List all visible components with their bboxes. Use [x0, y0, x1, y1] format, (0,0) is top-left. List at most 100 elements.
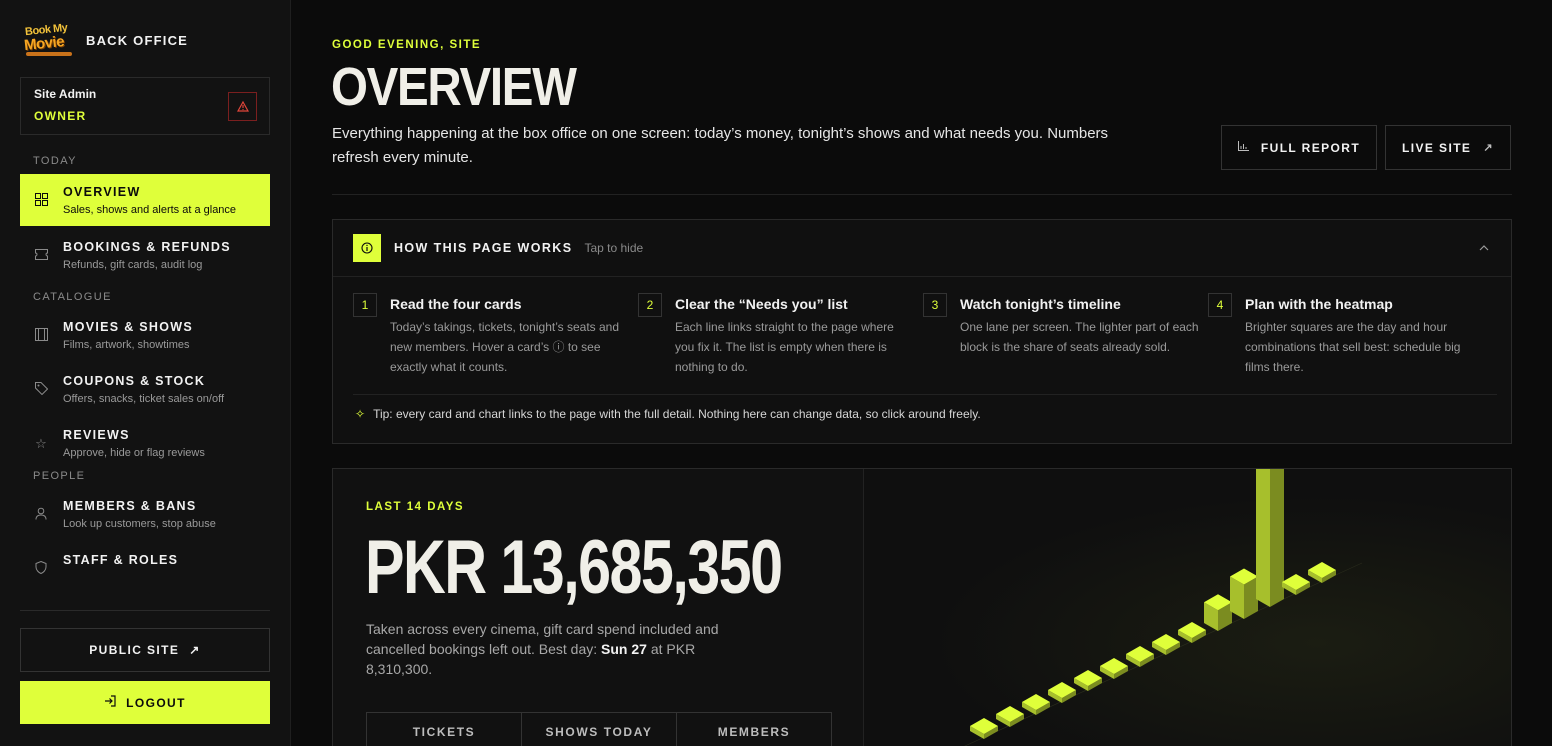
page-title: OVERVIEW: [331, 57, 577, 117]
sidebar-item-sub: Offers, snacks, ticket sales on/off: [63, 393, 224, 405]
sidebar-item-sub: Look up customers, stop abuse: [63, 518, 216, 530]
sidebar-item-sub: Refunds, gift cards, audit log: [63, 259, 203, 271]
step-desc: Brighter squares are the day and hour co…: [1245, 320, 1461, 374]
step-number: 4: [1208, 293, 1232, 317]
ticket-icon: [33, 248, 49, 264]
sidebar-item-title: BOOKINGS & REFUNDS: [63, 240, 231, 254]
chart-bar: [970, 718, 998, 739]
tip-label: Tip: every card and chart links to the p…: [373, 407, 981, 421]
logout-label: LOGOUT: [126, 695, 186, 710]
section-label-today: TODAY: [33, 155, 77, 167]
chevron-up-icon[interactable]: [1479, 240, 1489, 254]
how-panel-title: HOW THIS PAGE WORKS: [394, 241, 573, 255]
sidebar-item-overview[interactable]: OVERVIEW Sales, shows and alerts at a gl…: [20, 174, 270, 226]
logout-button[interactable]: LOGOUT: [20, 681, 270, 724]
admin-role: OWNER: [34, 109, 87, 123]
sidebar-item-bookings[interactable]: BOOKINGS & REFUNDS Refunds, gift cards, …: [20, 229, 270, 283]
live-site-label: LIVE SITE: [1402, 140, 1472, 155]
step-title: Watch tonight’s timeline: [960, 296, 1121, 312]
shield-icon: [33, 560, 49, 577]
warning-icon[interactable]: [228, 92, 257, 121]
step-desc: One lane per screen. The lighter part of…: [960, 320, 1199, 354]
sidebar-item-title: OVERVIEW: [63, 185, 141, 199]
how-panel-header[interactable]: HOW THIS PAGE WORKS Tap to hide: [333, 220, 1511, 277]
chart-bar: [996, 706, 1024, 727]
grid-icon: [33, 193, 49, 209]
chart-bar: [1100, 658, 1128, 679]
full-report-button[interactable]: FULL REPORT: [1221, 125, 1377, 170]
step-number: 3: [923, 293, 947, 317]
main-content: GOOD EVENING, SITE OVERVIEW Everything h…: [291, 0, 1552, 746]
star-icon: ☆: [35, 436, 47, 451]
chart-bar: [1022, 694, 1050, 715]
step-number: 2: [638, 293, 662, 317]
header-divider: [332, 194, 1512, 195]
chart-bar: [1126, 646, 1154, 667]
section-label-people: PEOPLE: [33, 470, 86, 482]
chart-bar: [1230, 568, 1258, 619]
sidebar-item-movies[interactable]: MOVIES & SHOWS Films, artwork, showtimes: [20, 316, 270, 370]
external-link-icon: ↗: [1483, 142, 1494, 154]
chart-bar: [1282, 574, 1310, 595]
film-icon: [33, 328, 49, 344]
sidebar-item-title: MOVIES & SHOWS: [63, 320, 194, 334]
best-day: Sun 27: [601, 641, 647, 657]
brand-logo: Book My Movie: [22, 20, 72, 60]
chart-bar: [1048, 682, 1076, 703]
step-title: Read the four cards: [390, 296, 522, 312]
section-label-catalogue: CATALOGUE: [33, 291, 112, 303]
live-site-button[interactable]: LIVE SITE ↗: [1385, 125, 1511, 170]
logout-icon: [104, 695, 116, 710]
page-intro: Everything happening at the box office o…: [332, 125, 1109, 166]
step-item: 3 Watch tonight’s timeline One lane per …: [923, 293, 1208, 377]
sidebar-item-sub: Approve, hide or flag reviews: [63, 447, 205, 459]
revenue-card[interactable]: LAST 14 DAYS PKR 13,685,350 Taken across…: [332, 468, 1512, 746]
steps-list: 1 Read the four cards Today’s takings, t…: [353, 293, 1493, 377]
sidebar-item-title: COUPONS & STOCK: [63, 374, 206, 388]
sparkle-icon: ✧: [355, 407, 366, 421]
step-number: 1: [353, 293, 377, 317]
full-report-label: FULL REPORT: [1260, 140, 1361, 155]
bar-chart-icon: [1237, 141, 1249, 154]
chart-bar: [1178, 622, 1206, 643]
sidebar-item-staff[interactable]: STAFF & ROLES: [20, 549, 270, 600]
info-icon: [353, 234, 381, 262]
tab-members[interactable]: MEMBERS: [677, 713, 831, 746]
user-icon: [33, 507, 49, 523]
public-site-label: PUBLIC SITE: [89, 643, 180, 657]
revenue-description: Taken across every cinema, gift card spe…: [366, 621, 719, 677]
tip-divider: [353, 394, 1497, 395]
external-link-icon: ↗: [189, 643, 201, 657]
chart-bar: [1152, 634, 1180, 655]
sidebar-item-title: REVIEWS: [63, 428, 130, 442]
sidebar-item-sub: Sales, shows and alerts at a glance: [63, 204, 237, 216]
sidebar-item-members[interactable]: MEMBERS & BANS Look up customers, stop a…: [20, 495, 270, 549]
sidebar-item-title: STAFF & ROLES: [63, 553, 179, 567]
step-item: 4 Plan with the heatmap Brighter squares…: [1208, 293, 1493, 377]
revenue-summary: LAST 14 DAYS PKR 13,685,350 Taken across…: [333, 469, 864, 746]
revenue-amount: PKR 13,685,350: [365, 525, 783, 610]
tab-tickets[interactable]: TICKETS: [367, 713, 522, 746]
admin-name: Site Admin: [34, 87, 97, 101]
sidebar-item-coupons[interactable]: COUPONS & STOCK Offers, snacks, ticket s…: [20, 370, 270, 424]
chart-bar: [1308, 562, 1336, 583]
sidebar-nav: TODAY OVERVIEW Sales, shows and alerts a…: [20, 150, 270, 600]
step-item: 1 Read the four cards Today’s takings, t…: [353, 293, 638, 377]
admin-card: Site Admin OWNER: [20, 77, 270, 135]
revenue-period-label: LAST 14 DAYS: [366, 501, 465, 513]
step-desc: Each line links straight to the page whe…: [675, 320, 894, 374]
sidebar-item-sub: Films, artwork, showtimes: [63, 339, 190, 351]
revenue-3d-chart[interactable]: [864, 469, 1511, 746]
sidebar-divider: [20, 610, 270, 611]
tab-shows-today[interactable]: SHOWS TODAY: [522, 713, 677, 746]
public-site-button[interactable]: PUBLIC SITE ↗: [20, 628, 270, 672]
sidebar: Book My Movie BACK OFFICE Site Admin OWN…: [0, 0, 291, 746]
brand[interactable]: Book My Movie BACK OFFICE: [22, 20, 188, 60]
bar-chart: [964, 469, 1363, 746]
step-item: 2 Clear the “Needs you” list Each line l…: [638, 293, 923, 377]
step-title: Plan with the heatmap: [1245, 296, 1393, 312]
step-desc: Today’s takings, tickets, tonight’s seat…: [390, 320, 620, 374]
sidebar-item-title: MEMBERS & BANS: [63, 499, 197, 513]
chart-bar: [1074, 670, 1102, 691]
tag-icon: [33, 382, 49, 398]
